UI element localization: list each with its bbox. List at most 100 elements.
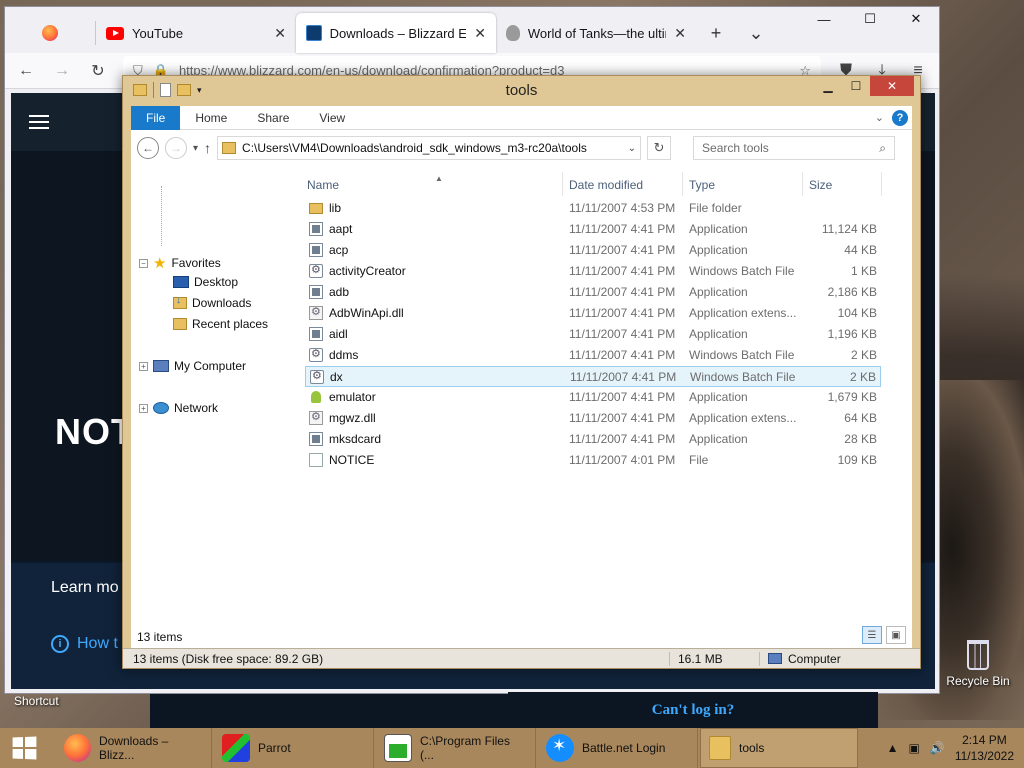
- column-divider[interactable]: [562, 172, 563, 196]
- tab-firefox-view[interactable]: [5, 13, 95, 53]
- file-row[interactable]: lib 11/11/2007 4:53 PM File folder: [305, 198, 881, 219]
- taskbar-item-parrot[interactable]: Parrot: [214, 728, 374, 768]
- start-button[interactable]: [0, 728, 48, 768]
- file-type: Windows Batch File: [689, 348, 795, 362]
- qat-dropdown-icon[interactable]: ▾: [197, 85, 202, 96]
- file-row[interactable]: adb 11/11/2007 4:41 PM Application 2,186 KB: [305, 282, 881, 303]
- close-icon[interactable]: ✕: [274, 25, 286, 42]
- file-date: 11/11/2007 4:41 PM: [569, 348, 676, 362]
- file-row[interactable]: aapt 11/11/2007 4:41 PM Application 11,124 …: [305, 219, 881, 240]
- expand-ribbon-icon[interactable]: ⌄: [875, 111, 892, 124]
- column-divider[interactable]: [881, 172, 882, 196]
- large-icons-view-icon[interactable]: ▣: [886, 626, 906, 644]
- file-row[interactable]: mksdcard 11/11/2007 4:41 PM Application 28 …: [305, 429, 881, 450]
- expand-icon[interactable]: +: [139, 361, 148, 371]
- file-row[interactable]: AdbWinApi.dll 11/11/2007 4:41 PM Applicati…: [305, 303, 881, 324]
- firefox-icon: [42, 25, 58, 41]
- hamburger-menu-icon[interactable]: [29, 115, 49, 129]
- tab-home[interactable]: Home: [180, 106, 242, 130]
- show-hidden-icons-icon[interactable]: ▲: [887, 741, 899, 755]
- clock[interactable]: 2:14 PM 11/13/2022: [955, 732, 1014, 764]
- collapse-icon[interactable]: −: [139, 258, 148, 268]
- search-icon[interactable]: ⌕: [879, 141, 886, 156]
- file-date: 11/11/2007 4:41 PM: [569, 432, 676, 446]
- back-button[interactable]: ←: [137, 137, 159, 159]
- file-date: 11/11/2007 4:41 PM: [569, 390, 676, 404]
- explorer-title: tools: [505, 81, 538, 99]
- folder-icon: [222, 142, 237, 154]
- nav-recent-places[interactable]: Recent places: [173, 317, 268, 331]
- file-row[interactable]: dx 11/11/2007 4:41 PM Windows Batch File 2 …: [305, 366, 881, 387]
- nav-label: Network: [174, 401, 219, 415]
- column-label: Date modified: [569, 178, 644, 192]
- file-row[interactable]: acp 11/11/2007 4:41 PM Application 44 KB: [305, 240, 881, 261]
- nav-desktop[interactable]: Desktop: [173, 275, 238, 289]
- nav-favorites[interactable]: − ★ Favorites: [139, 254, 221, 272]
- close-button[interactable]: ✕: [870, 76, 914, 96]
- column-header-size[interactable]: Size: [809, 174, 879, 196]
- network-status-icon[interactable]: ▣: [909, 741, 920, 755]
- close-icon[interactable]: ✕: [674, 25, 686, 42]
- file-row[interactable]: ddms 11/11/2007 4:41 PM Windows Batch File…: [305, 345, 881, 366]
- tab-blizzard[interactable]: Downloads – Blizzard Entert ✕: [296, 13, 496, 53]
- computer-icon: [768, 653, 782, 664]
- learn-more-text[interactable]: Learn mo: [51, 579, 119, 597]
- up-button[interactable]: ↑: [204, 140, 211, 156]
- address-dropdown-icon[interactable]: ⌄: [628, 143, 636, 154]
- file-name: mgwz.dll: [329, 411, 376, 425]
- back-button[interactable]: ←: [15, 62, 37, 80]
- properties-icon[interactable]: [160, 83, 171, 97]
- column-header-date[interactable]: Date modified: [569, 174, 681, 196]
- column-header-name[interactable]: Name ▲: [307, 174, 563, 196]
- file-row[interactable]: emulator 11/11/2007 4:41 PM Application 1,6…: [305, 387, 881, 408]
- new-tab-button[interactable]: +: [696, 13, 736, 53]
- nav-downloads[interactable]: Downloads: [173, 295, 251, 310]
- column-divider[interactable]: [802, 172, 803, 196]
- cant-login-link[interactable]: Can't log in?: [508, 692, 878, 728]
- column-header-type[interactable]: Type: [689, 174, 799, 196]
- help-icon[interactable]: ?: [892, 109, 908, 126]
- close-button[interactable]: ✕: [893, 7, 939, 31]
- taskbar: Downloads – Blizz... Parrot C:\Program F…: [0, 728, 1024, 768]
- search-input[interactable]: Search tools ⌕: [693, 136, 896, 160]
- file-row[interactable]: activityCreator 11/11/2007 4:41 PM Windows…: [305, 261, 881, 282]
- file-row[interactable]: mgwz.dll 11/11/2007 4:41 PM Application ex…: [305, 408, 881, 429]
- nav-network[interactable]: + Network: [139, 401, 218, 415]
- refresh-button[interactable]: ↻: [647, 136, 672, 160]
- file-size: 2 KB: [849, 370, 876, 384]
- nav-my-computer[interactable]: + My Computer: [139, 359, 246, 373]
- blizzard-icon: [306, 25, 322, 41]
- file-name: NOTICE: [329, 453, 375, 467]
- expand-icon[interactable]: +: [139, 403, 148, 413]
- column-divider[interactable]: [682, 172, 683, 196]
- forward-button[interactable]: →: [51, 62, 73, 80]
- desktop-shortcut-label[interactable]: Shortcut: [14, 694, 59, 708]
- parrot-icon: [222, 734, 250, 762]
- how-to-link[interactable]: i How t: [51, 635, 118, 653]
- close-icon[interactable]: ✕: [474, 25, 486, 42]
- tab-world-of-tanks[interactable]: World of Tanks—the ultimat ✕: [496, 13, 696, 53]
- tab-file[interactable]: File: [131, 105, 181, 130]
- new-folder-icon[interactable]: [177, 84, 191, 96]
- taskbar-item-tools[interactable]: tools: [700, 728, 858, 768]
- volume-icon[interactable]: 🔊: [930, 741, 945, 755]
- minimize-button[interactable]: —: [801, 7, 847, 31]
- maximize-button[interactable]: ☐: [847, 7, 893, 31]
- recent-locations-icon[interactable]: ▾: [193, 143, 198, 154]
- recycle-bin-shortcut[interactable]: Recycle Bin: [940, 640, 1016, 688]
- tab-share[interactable]: Share: [242, 106, 304, 130]
- tab-view[interactable]: View: [304, 106, 360, 130]
- file-row[interactable]: aidl 11/11/2007 4:41 PM Application 1,196 K…: [305, 324, 881, 345]
- reload-button[interactable]: ↻: [87, 61, 109, 81]
- taskbar-item-battlenet[interactable]: Battle.net Login: [538, 728, 698, 768]
- file-row[interactable]: NOTICE 11/11/2007 4:01 PM File 109 KB: [305, 450, 881, 471]
- maximize-button[interactable]: ☐: [842, 76, 870, 96]
- details-view-icon[interactable]: ☰: [862, 626, 882, 644]
- taskbar-item-firefox[interactable]: Downloads – Blizz...: [56, 728, 212, 768]
- taskbar-item-program-files[interactable]: C:\Program Files (...: [376, 728, 536, 768]
- forward-button[interactable]: →: [165, 137, 187, 159]
- list-tabs-button[interactable]: ⌄: [736, 13, 776, 53]
- address-bar[interactable]: C:\Users\VM4\Downloads\android_sdk_windo…: [217, 136, 642, 160]
- minimize-button[interactable]: ▁: [814, 76, 842, 96]
- tab-youtube[interactable]: YouTube ✕: [96, 13, 296, 53]
